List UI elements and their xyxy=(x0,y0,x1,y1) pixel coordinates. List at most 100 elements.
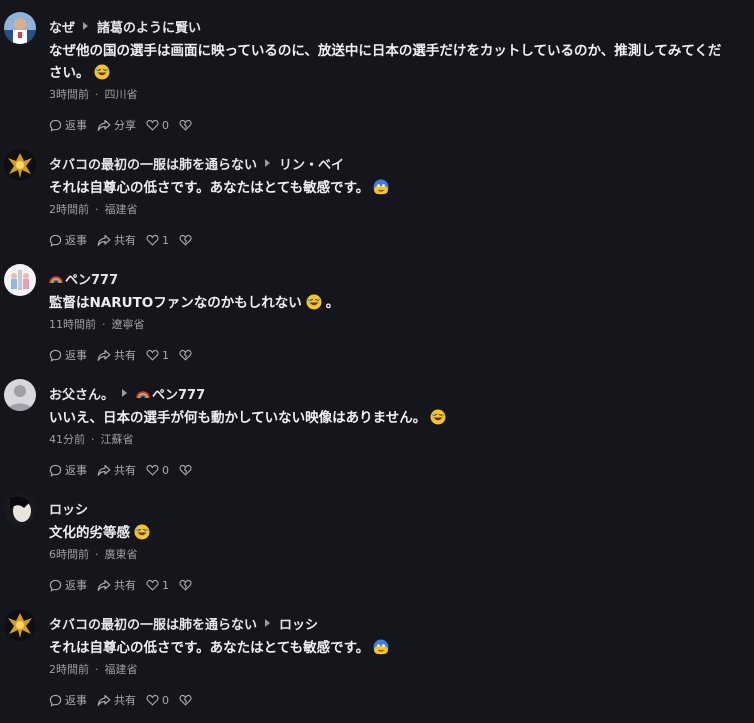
reply-button[interactable]: 返事 xyxy=(49,577,87,593)
reply-label: 返事 xyxy=(65,119,87,132)
share-label: 共有 xyxy=(114,694,136,707)
comment-text-tail: 。 xyxy=(325,295,340,311)
heart-icon xyxy=(146,579,159,591)
blue-face-emoji-icon xyxy=(373,639,389,655)
comment-item: タバコの最初の一服は肺を通らない リン・ベイ それは自尊心の低さです。あなたはと… xyxy=(0,137,754,252)
avatar[interactable] xyxy=(4,609,36,641)
heart-icon xyxy=(146,349,159,361)
comment-actions: 返事 共有 0 xyxy=(49,691,205,709)
avatar[interactable] xyxy=(4,494,36,526)
separator-dot: · xyxy=(95,88,99,101)
like-count: 0 xyxy=(162,118,169,132)
timestamp: 11時間前 xyxy=(49,318,96,331)
comment-meta: 6時間前 · 廣東省 xyxy=(49,546,138,562)
author-name[interactable]: ペン777 xyxy=(65,269,118,288)
share-arrow-icon xyxy=(97,119,111,131)
share-label: 共有 xyxy=(114,579,136,592)
share-button[interactable]: 共有 xyxy=(97,347,136,363)
like-button[interactable]: 0 xyxy=(146,694,169,707)
like-button[interactable]: 1 xyxy=(146,579,169,592)
like-button[interactable]: 0 xyxy=(146,119,169,132)
avatar[interactable] xyxy=(4,149,36,181)
like-button[interactable]: 1 xyxy=(146,234,169,247)
reply-arrow-icon xyxy=(265,619,271,627)
share-button[interactable]: 共有 xyxy=(97,577,136,593)
share-label: 分享 xyxy=(114,119,136,132)
like-count: 1 xyxy=(162,233,169,247)
comment-meta: 2時間前 · 福建省 xyxy=(49,661,138,677)
heart-icon xyxy=(146,694,159,706)
reply-target-name[interactable]: ロッシ xyxy=(279,614,318,633)
comment-meta: 11時間前 · 遼寧省 xyxy=(49,316,145,332)
share-button[interactable]: 共有 xyxy=(97,232,136,248)
like-count: 0 xyxy=(162,463,169,477)
reply-button[interactable]: 返事 xyxy=(49,117,87,133)
like-button[interactable]: 0 xyxy=(146,464,169,477)
avatar[interactable] xyxy=(4,12,36,44)
comment-item: なぜ 諸葛のように賢い なぜ他の国の選手は画面に映っているのに、放送中に日本の選… xyxy=(0,0,754,132)
comment-header: ロッシ xyxy=(49,498,88,518)
reply-target-name[interactable]: ペン777 xyxy=(152,384,205,403)
author-name[interactable]: タバコの最初の一服は肺を通らない xyxy=(49,614,257,633)
comment-text: それは自尊心の低さです。あなたはとても敏感です。 xyxy=(49,177,729,199)
comment-text-content: 監督はNARUTOファンなのかもしれない xyxy=(49,295,302,311)
like-count: 1 xyxy=(162,578,169,592)
comment-actions: 返事 共有 1 xyxy=(49,231,205,249)
share-button[interactable]: 共有 xyxy=(97,462,136,478)
rofl-emoji-icon xyxy=(94,64,109,80)
comment-meta: 3時間前 · 四川省 xyxy=(49,86,138,102)
broken-heart-icon xyxy=(179,234,192,246)
dislike-button[interactable] xyxy=(179,579,195,591)
author-name[interactable]: なぜ xyxy=(49,17,75,36)
reply-target-name[interactable]: リン・ベイ xyxy=(279,154,344,173)
share-arrow-icon xyxy=(97,694,111,706)
comment-item: タバコの最初の一服は肺を通らない ロッシ それは自尊心の低さです。あなたはとても… xyxy=(0,597,754,723)
location: 福建省 xyxy=(104,663,138,676)
timestamp: 2時間前 xyxy=(49,203,89,216)
comment-bubble-icon xyxy=(49,234,62,247)
comment-actions: 返事 共有 1 xyxy=(49,346,205,364)
share-label: 共有 xyxy=(114,349,136,362)
reply-button[interactable]: 返事 xyxy=(49,692,87,708)
author-name[interactable]: お父さん。 xyxy=(49,384,114,403)
heart-icon xyxy=(146,119,159,131)
comment-header: なぜ 諸葛のように賢い xyxy=(49,16,201,36)
dislike-button[interactable] xyxy=(179,119,195,131)
reply-button[interactable]: 返事 xyxy=(49,462,87,478)
rainbow-icon xyxy=(136,391,150,399)
avatar[interactable] xyxy=(4,379,36,411)
reply-button[interactable]: 返事 xyxy=(49,232,87,248)
dislike-button[interactable] xyxy=(179,464,195,476)
dislike-button[interactable] xyxy=(179,349,195,361)
comment-item: ペン777 監督はNARUTOファンなのかもしれない 。 11時間前 · 遼寧省 返事… xyxy=(0,252,754,367)
heart-icon xyxy=(146,234,159,246)
dislike-button[interactable] xyxy=(179,234,195,246)
share-arrow-icon xyxy=(97,579,111,591)
timestamp: 6時間前 xyxy=(49,548,89,561)
location: 福建省 xyxy=(104,203,138,216)
like-button[interactable]: 1 xyxy=(146,349,169,362)
share-button[interactable]: 共有 xyxy=(97,692,136,708)
share-label: 共有 xyxy=(114,234,136,247)
share-label: 共有 xyxy=(114,464,136,477)
broken-heart-icon xyxy=(179,349,192,361)
reply-target-name[interactable]: 諸葛のように賢い xyxy=(97,17,201,36)
separator-dot: · xyxy=(102,318,106,331)
dislike-button[interactable] xyxy=(179,694,195,706)
author-name[interactable]: タバコの最初の一服は肺を通らない xyxy=(49,154,257,173)
comment-header: タバコの最初の一服は肺を通らない ロッシ xyxy=(49,613,318,633)
author-name[interactable]: ロッシ xyxy=(49,499,88,518)
like-count: 0 xyxy=(162,693,169,707)
comment-header: タバコの最初の一服は肺を通らない リン・ベイ xyxy=(49,153,344,173)
comment-text-content: いいえ、日本の選手が何も動かしていない映像はありません。 xyxy=(49,410,427,426)
rainbow-icon xyxy=(49,276,63,284)
reply-button[interactable]: 返事 xyxy=(49,347,87,363)
avatar[interactable] xyxy=(4,264,36,296)
comment-header: お父さん。 ペン777 xyxy=(49,383,205,403)
broken-heart-icon xyxy=(179,579,192,591)
heart-icon xyxy=(146,464,159,476)
rofl-emoji-icon xyxy=(134,524,150,540)
share-button[interactable]: 分享 xyxy=(97,117,136,133)
comment-bubble-icon xyxy=(49,694,62,707)
comment-header: ペン777 xyxy=(49,268,118,288)
